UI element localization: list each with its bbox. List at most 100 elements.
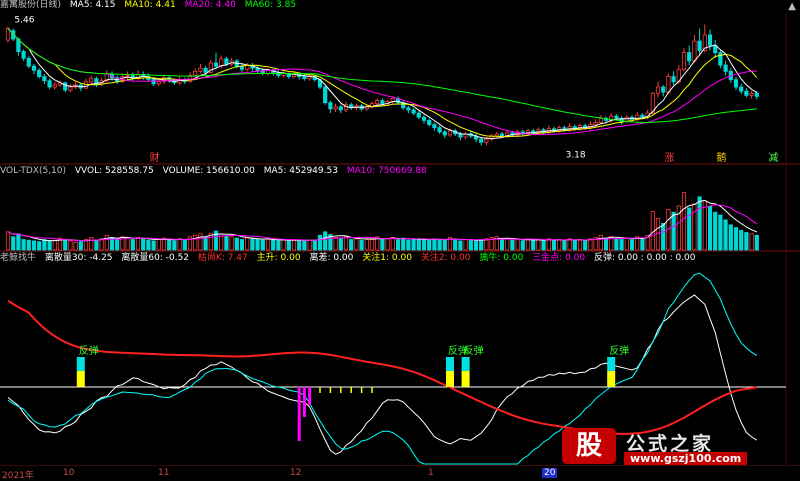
main-header: 嘉寓股份(日线) MA5: 4.15 MA10: 4.41 MA20: 4.40… [0, 0, 302, 11]
candle-body [432, 124, 437, 129]
volume-bar [146, 239, 151, 251]
volume-bar [468, 239, 473, 251]
volume-bar [16, 233, 21, 251]
vol-ma10-readout: MA10: 750669.88 [346, 166, 427, 176]
volume-bar [702, 200, 707, 251]
volume-bar [177, 238, 182, 251]
candle-body [442, 131, 447, 136]
date-label: 2021年 [2, 471, 34, 481]
chart-canvas: 5.463.18财涨鹅减反弹 反弹反弹 反弹 [0, 12, 800, 467]
three-gold-bar [297, 386, 301, 441]
candle-body [203, 67, 208, 73]
candle-body [739, 86, 744, 92]
candle-body [598, 117, 603, 123]
candle-body [479, 138, 484, 143]
volume-bar [427, 239, 432, 251]
volume-bar [68, 240, 73, 251]
volume-bar [31, 240, 37, 251]
stock-title[interactable]: 嘉寓股份(日线) [0, 0, 61, 10]
rebound-bar-cyan [607, 356, 616, 371]
volume-bar [442, 239, 447, 251]
volume-bar [707, 205, 713, 251]
vol-indicator-name[interactable]: VOL-TDX(5,10) [0, 166, 66, 176]
date-label: 1 [428, 468, 434, 478]
focus1-readout: 关注1: 0.00 [362, 253, 412, 263]
volume-bar [234, 237, 239, 251]
volume-bar [203, 236, 208, 251]
deviation-readout: 离差: 0.00 [309, 253, 354, 263]
volume-bar [42, 239, 47, 251]
candle-body [31, 65, 37, 71]
volume-bar [255, 239, 260, 251]
volume-bar [11, 236, 16, 251]
volume-bar [297, 239, 302, 251]
volume-bar [245, 236, 250, 251]
volume-bar [141, 238, 146, 251]
candle-body [692, 40, 697, 62]
volume-bar [193, 234, 198, 251]
candle-body [89, 78, 94, 83]
volume-bar [588, 238, 593, 251]
volume-bar [713, 211, 718, 251]
volume-bar [577, 239, 583, 251]
date-axis: 2021年 10 11 12 1 20 [0, 466, 800, 481]
candle-body [156, 81, 161, 85]
kushang-k-readout: 枯尚K: 7.47 [197, 253, 248, 263]
rebound-bar-cyan [76, 356, 85, 371]
price-annotation: 鹅 [716, 151, 726, 164]
candle-body [687, 52, 692, 62]
candle-body [328, 102, 333, 110]
candle-body [151, 79, 156, 85]
volume-bar [718, 214, 723, 251]
candle-body [52, 84, 57, 88]
volume-bar [536, 239, 541, 251]
rebound-bar-cyan [461, 356, 470, 371]
ma-line-ma60 [7, 28, 757, 124]
volume-bar [151, 240, 156, 251]
vvol-readout: VVOL: 528558.75 [74, 166, 154, 176]
volume-bar [624, 237, 629, 251]
three-gold-bar [308, 386, 312, 405]
volume-bar [531, 239, 536, 251]
candle-body [68, 86, 73, 91]
ma20-readout: MA20: 4.40 [184, 0, 236, 10]
catch-bull-readout: 擒牛: 0.00 [479, 253, 524, 263]
volume-bar [598, 234, 603, 251]
volume-bar [640, 237, 645, 251]
volume-bar [697, 196, 702, 251]
volume-bar [21, 239, 26, 251]
candle-body [671, 76, 676, 83]
price-annotation: 减 [768, 152, 778, 164]
candle-body [593, 122, 598, 125]
candle-body [681, 52, 687, 70]
volume-bar [198, 233, 203, 251]
volume-bar [229, 236, 234, 251]
candle-body [484, 138, 489, 143]
volume-bar [546, 238, 551, 251]
volume-bar [421, 239, 427, 251]
candle-body [640, 114, 645, 118]
candle-body [193, 70, 198, 76]
candle-body [458, 133, 463, 138]
volume-bar [312, 240, 317, 251]
dispersion30-readout: 离散量30: -4.25 [44, 253, 113, 263]
volume-bar [510, 239, 515, 251]
volume-bar [156, 239, 161, 251]
date-label: 12 [290, 468, 302, 478]
candle-body [323, 86, 328, 104]
rebound-label: 反弹 [464, 344, 484, 357]
volume-bar [551, 239, 557, 251]
volume-bar [484, 238, 489, 251]
volume-bar [37, 241, 42, 251]
volume-bar [167, 239, 172, 251]
volume-bar [364, 239, 369, 251]
candle-body [661, 86, 666, 93]
volume-bar [307, 239, 312, 251]
indicator-name[interactable]: 老鲸找牛 [0, 253, 36, 263]
close-icon[interactable]: ▲ [788, 1, 796, 12]
candle-body [224, 58, 229, 65]
volume-bar [619, 239, 624, 251]
volume-bar [265, 238, 271, 251]
rebound-bar-yellow [446, 370, 454, 387]
candle-body [655, 86, 661, 94]
